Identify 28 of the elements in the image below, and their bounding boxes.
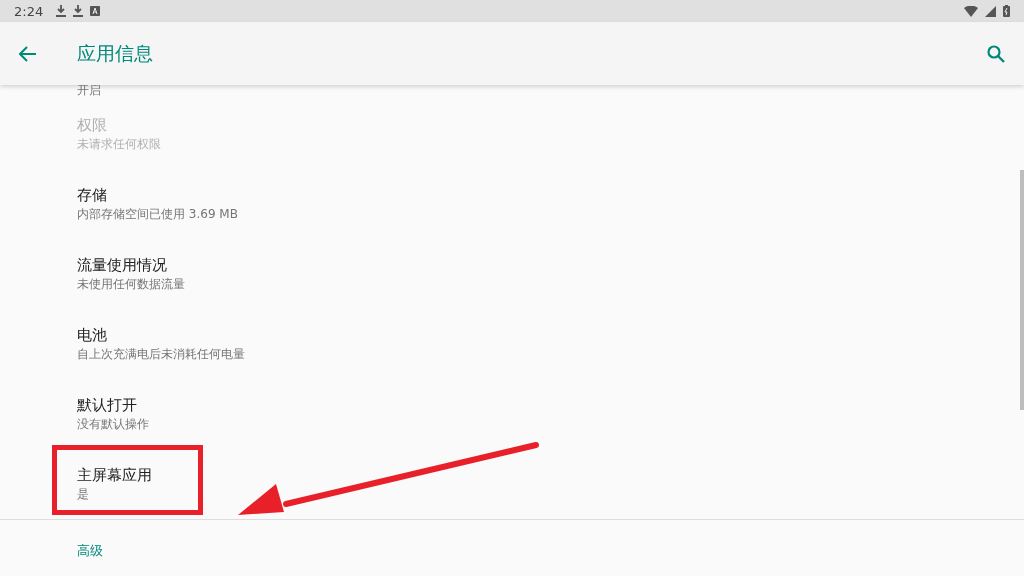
setting-title: 流量使用情况 (77, 255, 168, 275)
section-header: 高级 (77, 543, 103, 558)
setting-title: 存储 (77, 185, 108, 205)
app-bar-title: 应用信息 (77, 40, 153, 66)
search-icon (987, 44, 1005, 63)
setting-title: 主屏幕应用 (77, 465, 153, 485)
battery-icon (1003, 5, 1010, 17)
setting-item[interactable]: 流量使用情况 未使用任何数据流量 (0, 239, 1024, 309)
download-icon (73, 5, 84, 17)
setting-summary: 内部存储空间已使用 3.69 MB (77, 206, 239, 223)
setting-title: 权限 (77, 115, 108, 135)
setting-summary: 未使用任何数据流量 (77, 276, 186, 293)
setting-summary: 是 (77, 486, 90, 503)
status-time: 2:24 (14, 3, 44, 19)
setting-item[interactable]: 存储 内部存储空间已使用 3.69 MB (0, 169, 1024, 239)
setting-title: 默认打开 (77, 395, 138, 415)
download-icon (56, 5, 67, 17)
setting-summary: 自上次充满电后未消耗任何电量 (77, 346, 246, 363)
keyboard-icon (90, 6, 101, 16)
setting-item[interactable]: 主屏幕应用 是 (0, 449, 1024, 519)
setting-item[interactable]: 默认打开 没有默认操作 (0, 379, 1024, 449)
setting-title: 电池 (77, 325, 108, 345)
wifi-icon (964, 5, 978, 17)
setting-summary: 没有默认操作 (77, 416, 150, 433)
setting-item[interactable]: 电池 自上次充满电后未消耗任何电量 (0, 309, 1024, 379)
signal-icon (985, 5, 996, 17)
back-arrow-icon (19, 45, 37, 62)
setting-summary: 未请求任何权限 (77, 136, 162, 153)
